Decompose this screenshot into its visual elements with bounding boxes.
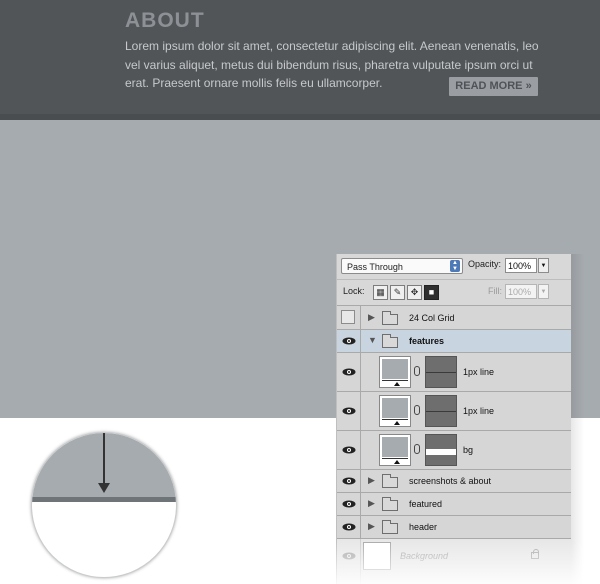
about-title: ABOUT: [125, 9, 205, 32]
layer-row[interactable]: ▶ 24 Col Grid: [337, 306, 571, 330]
lock-all-icon[interactable]: ■: [424, 285, 439, 300]
folder-icon: [382, 311, 398, 325]
arrow-head-icon: [98, 483, 110, 493]
visibility-cell[interactable]: [337, 431, 361, 469]
hidden-visibility-box[interactable]: [341, 310, 355, 324]
eye-icon[interactable]: [342, 523, 356, 531]
vector-mask-thumbnail: [425, 356, 457, 388]
blend-mode-select[interactable]: Pass Through ▲ ▼: [341, 258, 463, 274]
lock-position-icon[interactable]: ✥: [407, 285, 422, 300]
blend-stepper-icon[interactable]: ▲ ▼: [450, 260, 460, 272]
fill-label: Fill:: [488, 286, 502, 296]
folder-icon: [382, 334, 398, 348]
opacity-input[interactable]: 100%: [505, 258, 537, 273]
expand-triangle-icon[interactable]: ▶: [368, 475, 375, 486]
layer-thumbnail: [379, 356, 411, 388]
panel-shadow: [570, 254, 584, 584]
layer-name: 24 Col Grid: [409, 313, 455, 323]
eye-icon[interactable]: [342, 407, 356, 415]
eye-icon[interactable]: [342, 368, 356, 376]
expand-triangle-icon[interactable]: ▶: [368, 312, 375, 323]
layer-name: features: [409, 336, 445, 346]
blend-mode-row: Pass Through ▲ ▼ Opacity: 100% ▼: [337, 254, 571, 280]
lock-transparency-icon[interactable]: ▦: [373, 285, 388, 300]
fill-dropdown-icon[interactable]: ▼: [538, 284, 549, 299]
layer-row[interactable]: ▶ header: [337, 516, 571, 539]
layer-row[interactable]: 1px line: [337, 353, 571, 392]
visibility-cell[interactable]: [337, 392, 361, 430]
layer-name: header: [409, 522, 438, 532]
read-more-button[interactable]: READ MORE »: [449, 77, 538, 96]
eye-icon[interactable]: [342, 477, 356, 485]
lock-image-icon[interactable]: ✎: [390, 285, 405, 300]
layers-panel: Pass Through ▲ ▼ Opacity: 100% ▼ Lock: ▦ …: [336, 254, 571, 584]
eye-icon[interactable]: [342, 337, 356, 345]
folder-icon: [382, 497, 398, 511]
layer-row[interactable]: ▶ screenshots & about: [337, 470, 571, 493]
blend-mode-value: Pass Through: [347, 262, 403, 272]
layer-name: screenshots & about: [409, 476, 492, 486]
eye-icon[interactable]: [342, 500, 356, 508]
magnified-1px-line: [32, 497, 176, 502]
layer-name: 1px line: [463, 406, 495, 416]
magnifier-zoom: [31, 432, 177, 578]
about-section: ABOUT Lorem ipsum dolor sit amet, consec…: [0, 0, 600, 120]
background-layer-row[interactable]: Background: [337, 539, 571, 584]
visibility-cell[interactable]: [337, 470, 361, 492]
lock-icon: [531, 549, 539, 559]
link-chain-icon[interactable]: [414, 366, 420, 376]
layer-row-selected[interactable]: ▼ features: [337, 330, 571, 353]
link-chain-icon[interactable]: [414, 405, 420, 415]
layer-row[interactable]: bg: [337, 431, 571, 470]
visibility-cell[interactable]: [337, 353, 361, 391]
folder-icon: [382, 474, 398, 488]
expand-triangle-icon[interactable]: ▶: [368, 498, 375, 509]
layer-thumbnail: [379, 395, 411, 427]
collapse-triangle-icon[interactable]: ▼: [368, 335, 377, 345]
layer-row[interactable]: 1px line: [337, 392, 571, 431]
visibility-cell[interactable]: [337, 493, 361, 515]
visibility-cell[interactable]: [337, 330, 361, 352]
vector-mask-thumbnail: [425, 434, 457, 466]
eye-icon[interactable]: [342, 552, 356, 560]
opacity-dropdown-icon[interactable]: ▼: [538, 258, 549, 273]
visibility-cell[interactable]: [337, 306, 361, 329]
eye-icon[interactable]: [342, 446, 356, 454]
layer-thumbnail: [379, 434, 411, 466]
background-thumbnail: [363, 542, 391, 570]
visibility-cell[interactable]: [337, 539, 361, 584]
expand-triangle-icon[interactable]: ▶: [368, 521, 375, 532]
layer-row[interactable]: ▶ featured: [337, 493, 571, 516]
layer-name: 1px line: [463, 367, 495, 377]
visibility-cell[interactable]: [337, 516, 361, 538]
opacity-label: Opacity:: [468, 259, 502, 269]
lock-row: Lock: ▦ ✎ ✥ ■ Fill: 100% ▼: [337, 280, 571, 306]
background-layer-name: Background: [400, 551, 449, 561]
layer-name: bg: [463, 445, 474, 455]
fill-input[interactable]: 100%: [505, 284, 537, 299]
link-chain-icon[interactable]: [414, 444, 420, 454]
arrow-down-icon: [103, 433, 105, 487]
lock-label: Lock:: [343, 286, 365, 296]
folder-icon: [382, 520, 398, 534]
layer-name: featured: [409, 499, 443, 509]
vector-mask-thumbnail: [425, 395, 457, 427]
